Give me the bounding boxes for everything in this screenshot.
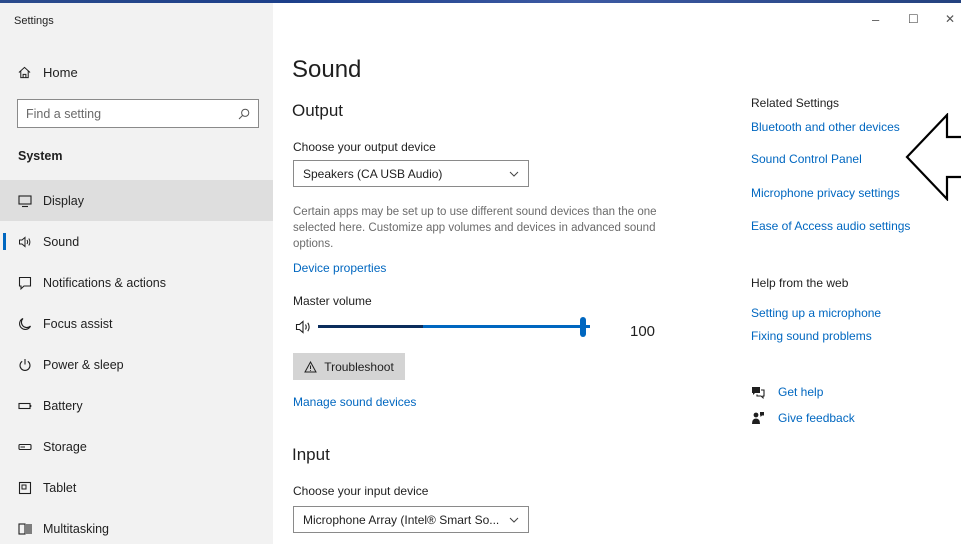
input-device-value: Microphone Array (Intel® Smart So...	[303, 512, 500, 527]
sidebar-item-focus-assist[interactable]: Focus assist	[0, 303, 273, 344]
sidebar-item-label: Tablet	[43, 480, 77, 495]
sidebar-item-label: Multitasking	[43, 521, 109, 536]
master-volume-slider[interactable]	[318, 316, 590, 338]
sidebar-item-power-sleep[interactable]: Power & sleep	[0, 344, 273, 385]
speaker-icon[interactable]	[295, 319, 313, 335]
selection-indicator	[3, 233, 6, 250]
sidebar-item-label: Notifications & actions	[43, 275, 166, 290]
master-volume-label: Master volume	[293, 294, 372, 308]
search-box[interactable]	[17, 99, 259, 128]
feedback-icon	[752, 412, 764, 424]
chevron-down-icon	[509, 171, 519, 177]
monitor-icon	[18, 194, 32, 208]
sidebar-item-storage[interactable]: Storage	[0, 426, 273, 467]
output-device-label: Choose your output device	[293, 140, 436, 154]
get-help-link[interactable]: Get help	[751, 385, 823, 399]
tablet-icon	[18, 481, 32, 495]
output-device-value: Speakers (CA USB Audio)	[303, 166, 443, 181]
sidebar-item-label: Power & sleep	[43, 357, 124, 372]
multitasking-icon	[18, 522, 32, 536]
fixing-sound-problems-link[interactable]: Fixing sound problems	[751, 329, 872, 343]
volume-value: 100	[630, 323, 656, 340]
home-link[interactable]: Home	[18, 65, 78, 80]
input-device-label: Choose your input device	[293, 484, 429, 498]
device-properties-link[interactable]: Device properties	[293, 261, 386, 275]
search-input[interactable]	[26, 106, 238, 121]
chevron-down-icon	[509, 517, 519, 523]
related-settings-heading: Related Settings	[751, 96, 840, 110]
bluetooth-devices-link[interactable]: Bluetooth and other devices	[751, 120, 900, 134]
volume-thumb[interactable]	[580, 317, 586, 337]
page-title: Sound	[292, 56, 362, 83]
input-heading: Input	[292, 445, 330, 464]
sidebar-item-display[interactable]: Display	[0, 180, 273, 221]
maximize-button[interactable]: ☐	[908, 12, 919, 26]
sidebar-item-tablet[interactable]: Tablet	[0, 467, 273, 508]
get-help-label: Get help	[778, 385, 824, 399]
sidebar-item-sound[interactable]: Sound	[0, 221, 273, 262]
help-from-web-heading: Help from the web	[751, 276, 849, 290]
app-title: Settings	[14, 15, 54, 27]
moon-icon	[18, 317, 32, 331]
manage-sound-devices-link[interactable]: Manage sound devices	[293, 395, 416, 409]
sidebar-item-label: Battery	[43, 398, 83, 413]
home-icon	[18, 66, 31, 79]
input-device-dropdown[interactable]: Microphone Array (Intel® Smart So...	[293, 506, 529, 533]
battery-icon	[18, 399, 32, 413]
give-feedback-label: Give feedback	[778, 411, 855, 425]
sidebar-item-label: Sound	[43, 234, 80, 249]
close-button[interactable]: ✕	[945, 12, 955, 26]
volume-track-shadow	[318, 325, 423, 328]
search-icon[interactable]	[238, 108, 250, 120]
give-feedback-link[interactable]: Give feedback	[751, 411, 855, 425]
sidebar-item-multitasking[interactable]: Multitasking	[0, 508, 273, 544]
troubleshoot-label: Troubleshoot	[324, 359, 394, 374]
speaker-icon	[18, 235, 32, 249]
section-label-system: System	[18, 149, 63, 163]
home-label: Home	[43, 65, 78, 80]
notification-icon	[18, 276, 32, 290]
sidebar-item-label: Display	[43, 193, 84, 208]
sidebar-item-label: Storage	[43, 439, 87, 454]
sound-control-panel-link[interactable]: Sound Control Panel	[751, 152, 862, 166]
chat-help-icon	[752, 387, 765, 399]
power-icon	[18, 358, 32, 372]
ease-of-access-audio-link[interactable]: Ease of Access audio settings	[751, 219, 910, 233]
warning-icon	[304, 360, 318, 372]
sidebar-item-notifications[interactable]: Notifications & actions	[0, 262, 273, 303]
output-heading: Output	[292, 101, 344, 120]
sidebar-item-battery[interactable]: Battery	[0, 385, 273, 426]
microphone-privacy-link[interactable]: Microphone privacy settings	[751, 186, 900, 200]
sidebar-item-label: Focus assist	[43, 316, 113, 331]
annotation-arrow-icon	[905, 113, 961, 201]
output-description: Certain apps may be set up to use differ…	[293, 206, 657, 250]
sidebar-nav: Display Sound Notifications & actions Fo…	[0, 180, 273, 544]
setting-up-microphone-link[interactable]: Setting up a microphone	[751, 306, 881, 320]
troubleshoot-button[interactable]: Troubleshoot	[293, 353, 405, 380]
minimize-button[interactable]: –	[872, 12, 879, 27]
storage-icon	[18, 440, 32, 454]
output-device-dropdown[interactable]: Speakers (CA USB Audio)	[293, 160, 529, 187]
